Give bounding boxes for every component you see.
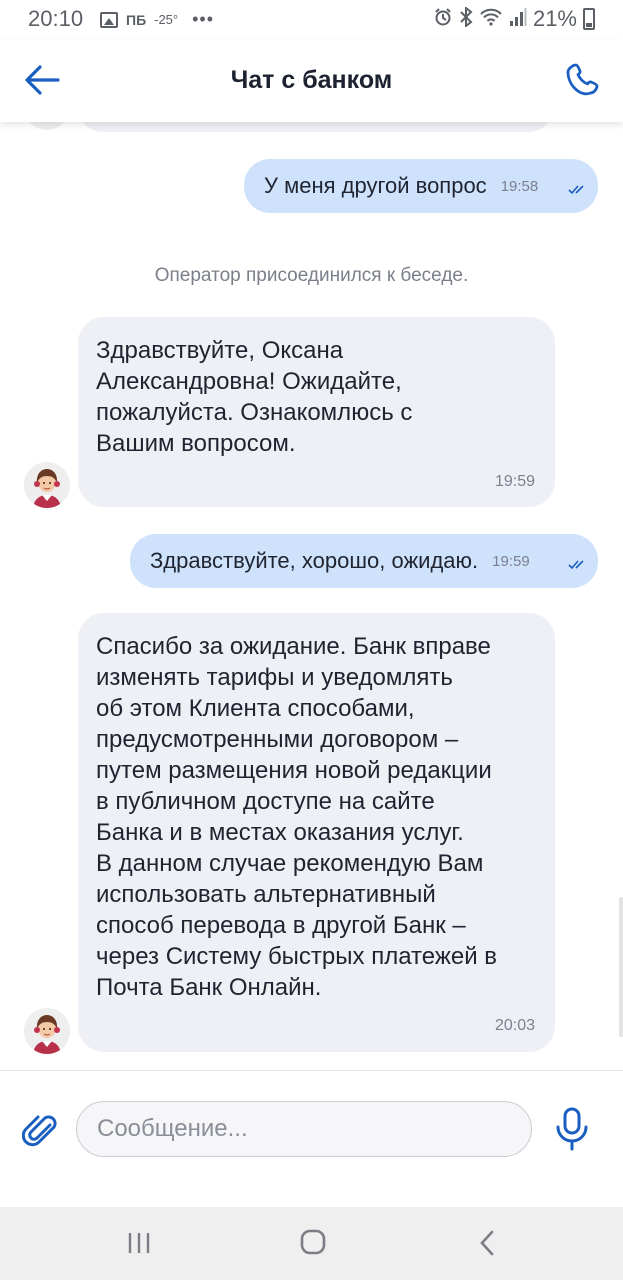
recent-apps-icon[interactable] — [120, 1225, 160, 1261]
message-line: способ перевода в другой Банк – — [96, 912, 466, 939]
alarm-icon — [433, 7, 453, 32]
message-line: Александровна! Ожидайте, — [96, 368, 402, 395]
operator-avatar — [24, 462, 70, 508]
message-line: Спасибо за ожидание. Банк вправе — [96, 633, 491, 660]
app-header: Чат с банком — [0, 40, 623, 122]
image-icon — [100, 11, 118, 28]
scrollbar[interactable] — [619, 897, 623, 1037]
outgoing-message[interactable]: Здравствуйте, хорошо, ожидаю. 19:59 — [130, 534, 598, 588]
message-time: 19:59 — [494, 473, 535, 490]
message-composer — [0, 1070, 623, 1207]
incoming-message[interactable]: Спасибо за ожидание. Банк вправе изменят… — [78, 613, 555, 1052]
message-line: использовать альтернативный — [96, 881, 436, 908]
message-time: 19:59 — [492, 552, 530, 570]
incoming-message[interactable]: Здравствуйте, Оксана Александровна! Ожид… — [78, 317, 555, 507]
system-message: Оператор присоединился к беседе. — [154, 265, 469, 286]
temperature-label: -25° — [154, 12, 179, 27]
status-right-icons: 21% — [433, 5, 595, 32]
microphone-icon[interactable] — [554, 1107, 590, 1151]
paperclip-icon[interactable] — [21, 1111, 62, 1151]
message-line: Почта Банк Онлайн. — [96, 974, 322, 1001]
carrier-label: ПБ — [126, 11, 147, 28]
message-line: в публичном доступе на сайте — [96, 788, 435, 815]
status-left-icons: ПБ -25° ••• — [100, 9, 214, 30]
status-time: 20:10 — [28, 6, 84, 31]
message-line: пожалуйста. Ознакомлюсь с — [96, 399, 413, 426]
previous-message-bubble — [78, 122, 553, 132]
message-text: Здравствуйте, Оксана Александровна! Ожид… — [96, 335, 535, 459]
status-bar: 20:10 ПБ -25° ••• 21% — [0, 0, 623, 38]
message-line: путем размещения новой редакции — [96, 757, 492, 784]
wifi-icon — [479, 7, 503, 32]
message-line: через Систему быстрых платежей в — [96, 943, 498, 970]
message-text: У меня другой вопрос — [264, 173, 487, 198]
phone-icon[interactable] — [565, 60, 605, 100]
message-line: Здравствуйте, Оксана — [96, 337, 344, 364]
message-input[interactable] — [76, 1101, 532, 1157]
battery-percent: 21% — [532, 6, 577, 31]
message-text: Спасибо за ожидание. Банк вправе изменят… — [96, 631, 535, 1003]
battery-icon — [583, 8, 595, 30]
signal-icon — [509, 7, 527, 32]
overflow-icon: ••• — [192, 9, 215, 29]
message-line: Банка и в местах оказания услуг. — [96, 819, 464, 846]
system-nav-bar — [0, 1207, 623, 1280]
message-text: Здравствуйте, хорошо, ожидаю. — [150, 548, 479, 573]
double-check-icon — [568, 557, 586, 570]
message-line: В данном случае рекомендую Вам — [96, 850, 484, 877]
message-line: предусмотренными договором – — [96, 726, 459, 753]
message-time: 20:03 — [494, 1017, 535, 1034]
operator-avatar — [24, 1008, 70, 1054]
page-title: Чат с банком — [230, 66, 393, 94]
back-icon[interactable] — [468, 1225, 508, 1261]
bluetooth-icon — [459, 5, 473, 32]
avatar — [24, 122, 70, 130]
message-line: об этом Клиента способами, — [96, 695, 415, 722]
double-check-icon — [568, 182, 586, 195]
chat-thread[interactable]: У меня другой вопрос 19:58 Оператор прис… — [0, 122, 623, 1070]
message-line: Вашим вопросом. — [96, 430, 296, 457]
outgoing-message[interactable]: У меня другой вопрос 19:58 — [244, 159, 598, 213]
message-time: 19:58 — [500, 177, 539, 195]
message-line: изменять тарифы и уведомлять — [96, 664, 453, 691]
home-icon[interactable] — [293, 1225, 333, 1261]
